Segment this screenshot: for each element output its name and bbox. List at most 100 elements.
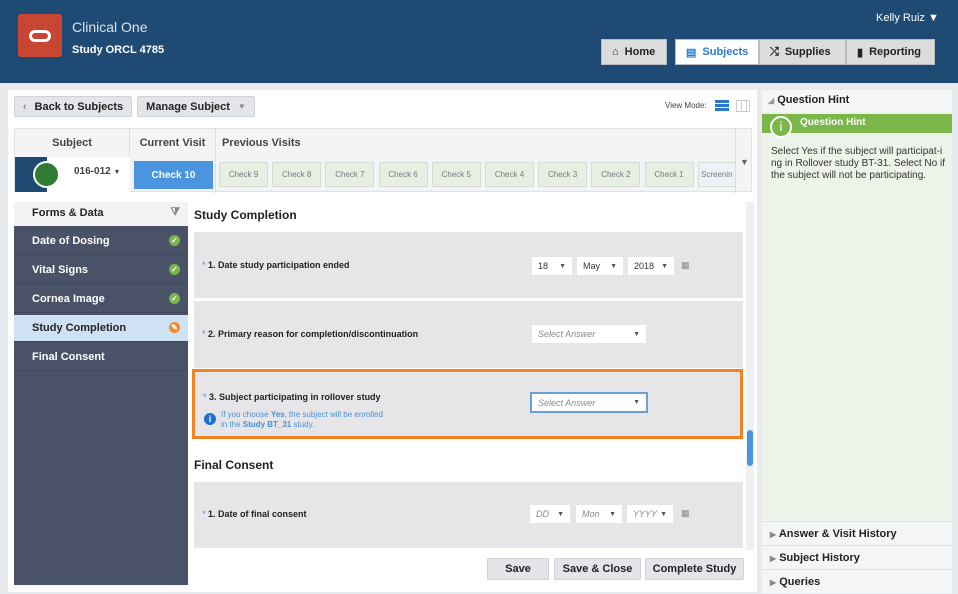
accordion-label: Answer & Visit History	[778, 528, 897, 540]
hint-text: Select Yes if the subject will participa…	[771, 146, 945, 181]
select-placeholder: Select Answer	[538, 329, 596, 339]
grid-view-icon[interactable]	[736, 100, 750, 112]
nav-subjects[interactable]: ▤ Subjects	[675, 39, 759, 65]
complete-study-button[interactable]: Complete Study	[645, 558, 744, 580]
required-marker: *	[202, 329, 206, 339]
expand-icon: ▶	[770, 578, 777, 587]
question-help-text: If you choose Yes, the subject will be e…	[221, 410, 383, 430]
year-select[interactable]: YYYY ▼	[627, 505, 673, 523]
subject-header: Subject	[15, 129, 130, 157]
form-scrollbar[interactable]	[746, 202, 754, 550]
required-marker: *	[202, 509, 206, 519]
nav-home[interactable]: ⌂ Home	[601, 39, 667, 65]
previous-visit-button[interactable]: Check 9	[219, 162, 268, 187]
current-visit-button[interactable]: Check 10	[134, 161, 213, 189]
required-marker: *	[203, 392, 207, 402]
accordion-label: Subject History	[779, 552, 860, 564]
subject-cell[interactable]: 016-012 ▼	[15, 157, 130, 192]
button-label: Back to Subjects	[34, 100, 124, 113]
collapse-icon: ◢	[768, 96, 775, 105]
avatar	[33, 161, 60, 188]
previous-visit-button[interactable]: Check 7	[325, 162, 375, 187]
question-row: * 1. Date of final consent DD ▼ Mon ▼ YYYY…	[194, 482, 743, 548]
panel-title: Question Hint	[777, 94, 850, 106]
month-select[interactable]: Mon ▼	[576, 505, 622, 523]
select-placeholder: YYYY	[633, 509, 658, 519]
year-select[interactable]: 2018 ▼	[628, 257, 674, 275]
previous-visit-button[interactable]: Screenin	[697, 162, 736, 187]
section-title: Study Completion	[194, 208, 297, 222]
form-nav-item[interactable]: Vital Signs ✓	[14, 257, 188, 284]
day-select[interactable]: DD ▼	[530, 505, 570, 523]
day-select[interactable]: 18 ▼	[532, 257, 572, 275]
in-progress-icon: ✎	[169, 322, 180, 333]
previous-visit-button[interactable]: Check 8	[272, 162, 322, 187]
nav-reporting[interactable]: ▮ Reporting	[846, 39, 935, 65]
study-name: Study ORCL 4785	[72, 44, 165, 56]
calendar-icon[interactable]: ▦	[681, 260, 690, 271]
user-menu[interactable]: Kelly Ruiz ▼	[876, 12, 939, 24]
forms-title: Forms & Data	[32, 207, 104, 219]
help-text: , the subject will be enrolled	[284, 410, 383, 419]
chevron-left-icon: ‹	[22, 100, 27, 113]
nav-label: Supplies	[784, 46, 831, 58]
question-row: * 1. Date study participation ended 18 ▼ …	[194, 232, 743, 298]
clipboard-icon: ▤	[686, 46, 697, 59]
previous-visit-button[interactable]: Check 4	[485, 162, 534, 187]
select-placeholder: Mon	[582, 509, 600, 519]
accordion-header[interactable]: ▶ Subject History	[762, 545, 952, 569]
question-row-highlighted: * 3. Subject participating in rollover s…	[192, 369, 743, 439]
select-value: 2018	[634, 261, 655, 271]
form-nav-label: Vital Signs	[32, 264, 89, 276]
previous-visit-button[interactable]: Check 5	[431, 162, 481, 187]
form-nav-item[interactable]: Final Consent	[14, 344, 188, 371]
select-value: May	[583, 261, 601, 271]
form-nav-item[interactable]: Date of Dosing ✓	[14, 228, 188, 255]
help-emphasis: Yes	[270, 410, 285, 419]
rollover-select[interactable]: Select Answer ▼	[530, 392, 648, 413]
bar-chart-icon: ▮	[857, 46, 864, 59]
nav-label: Home	[624, 46, 656, 58]
select-placeholder: Select Answer	[538, 397, 596, 408]
forms-nav: Forms & Data ⧩ Date of Dosing ✓ Vital Signs…	[14, 202, 188, 585]
select-value: 18	[538, 261, 549, 271]
manage-subject-button[interactable]: Manage Subject ▼	[137, 96, 255, 117]
visits-dropdown-icon[interactable]: ▼	[735, 129, 753, 193]
nav-supplies[interactable]: ⤮ Supplies	[759, 39, 846, 65]
scrollbar-thumb[interactable]	[747, 430, 753, 466]
month-select[interactable]: May ▼	[577, 257, 623, 275]
question-hint-header[interactable]: ◢ Question Hint	[768, 94, 849, 106]
list-view-icon[interactable]	[715, 100, 729, 112]
required-marker: *	[202, 260, 206, 270]
expand-icon: ▶	[770, 554, 777, 563]
save-button[interactable]: Save	[487, 558, 549, 580]
hint-box: Question Hint i Select Yes if the subjec…	[762, 112, 952, 520]
previous-visit-button[interactable]: Check 3	[538, 162, 588, 187]
previous-visit-button[interactable]: Check 6	[378, 162, 428, 187]
forms-header: Forms & Data ⧩	[14, 202, 188, 226]
back-to-subjects-button[interactable]: ‹ Back to Subjects	[14, 96, 132, 117]
accordion-header[interactable]: ▶ Answer & Visit History	[762, 521, 952, 545]
nav-label: Reporting	[869, 46, 922, 58]
user-name: Kelly Ruiz	[876, 12, 925, 24]
previous-visit-button[interactable]: Check 1	[644, 162, 694, 187]
question-label: 2. Primary reason for completion/discont…	[208, 329, 419, 339]
help-text: study.	[291, 420, 315, 429]
form-nav-item[interactable]: Cornea Image ✓	[14, 286, 188, 313]
accordion-header[interactable]: ▶ Queries	[762, 569, 952, 593]
help-text: If you choose	[221, 410, 271, 419]
save-close-button[interactable]: Save & Close	[554, 558, 641, 580]
chevron-down-icon: ▼	[927, 12, 939, 24]
filter-icon[interactable]: ⧩	[170, 206, 180, 219]
nav-label: Subjects	[702, 46, 749, 58]
form-nav-item[interactable]: Study Completion ✎	[14, 315, 188, 342]
reason-select[interactable]: Select Answer ▼	[532, 325, 646, 343]
previous-visit-button[interactable]: Check 2	[591, 162, 641, 187]
accordion-label: Queries	[779, 576, 821, 588]
home-icon: ⌂	[612, 46, 619, 58]
help-emphasis: Study BT_31	[242, 420, 292, 429]
info-icon: i	[770, 116, 792, 138]
visit-table: Subject Current Visit Previous Visits 01…	[14, 128, 753, 193]
calendar-icon[interactable]: ▦	[681, 508, 690, 519]
app-title: Clinical One	[72, 19, 148, 35]
